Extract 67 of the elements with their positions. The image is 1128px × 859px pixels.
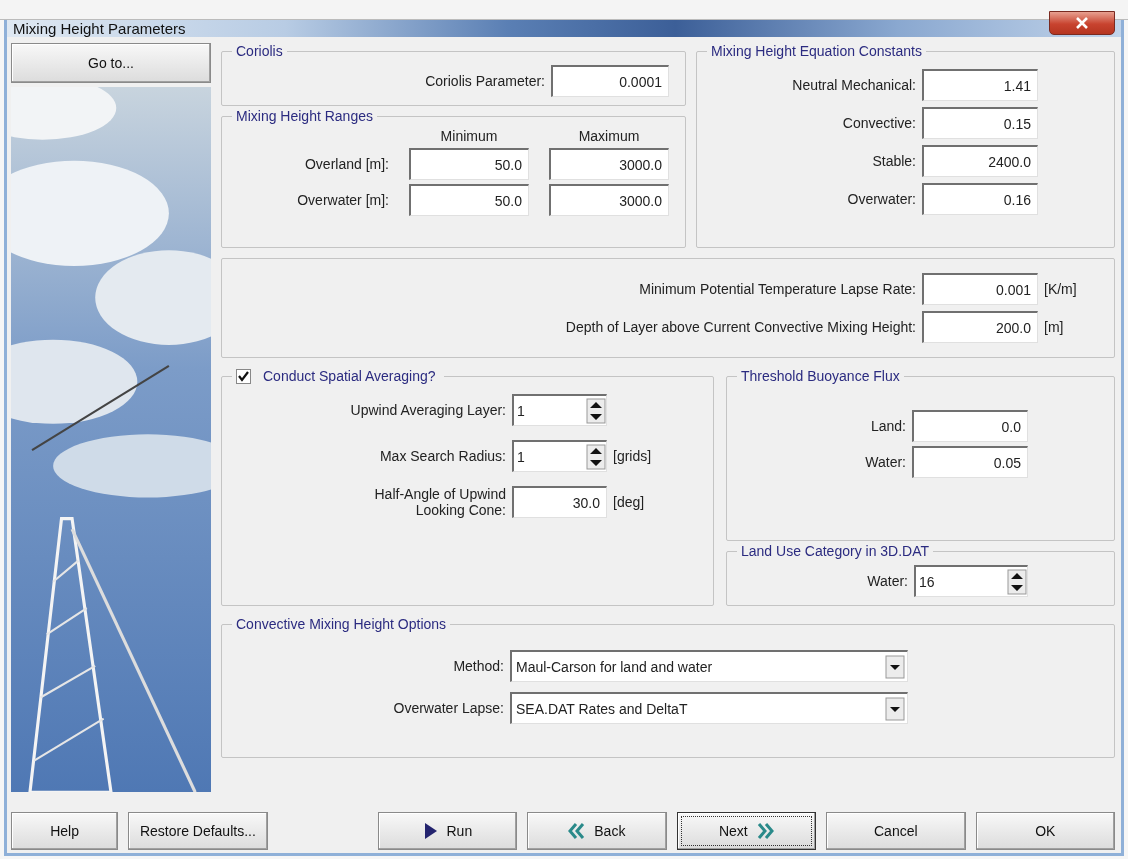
- field-label: Method:: [452, 658, 504, 674]
- close-icon: [1075, 15, 1089, 30]
- text-field[interactable]: 200.0: [922, 311, 1038, 343]
- field-label: Neutral Mechanical:: [791, 77, 916, 93]
- group-title: Land Use Category in 3D.DAT: [740, 543, 931, 559]
- column-header: Minimum: [439, 128, 499, 144]
- text-field[interactable]: 0.0: [912, 410, 1028, 442]
- spin-box[interactable]: 1: [512, 394, 607, 426]
- close-button[interactable]: [1049, 10, 1115, 35]
- text-field[interactable]: 30.0: [512, 486, 607, 518]
- group-title: Mixing Height Equation Constants: [710, 43, 923, 59]
- dropdown[interactable]: SEA.DAT Rates and DeltaT: [510, 692, 908, 724]
- field-label: Half-Angle of Upwind Looking Cone:: [373, 486, 506, 518]
- unit-label: [m]: [1044, 319, 1065, 335]
- spin-arrows-icon: [586, 397, 606, 424]
- checkbox[interactable]: [236, 368, 251, 384]
- dialog-button[interactable]: Restore Defaults...: [128, 812, 268, 851]
- spin-box[interactable]: 16: [914, 565, 1028, 597]
- field-label: Coriolis Parameter:: [424, 73, 545, 89]
- text-field[interactable]: 0.0001: [551, 65, 669, 97]
- group-title: Threshold Buoyance Flux: [740, 368, 901, 384]
- text-field[interactable]: 3000.0: [549, 148, 669, 180]
- group-title: Convective Mixing Height Options: [235, 616, 448, 632]
- text-field[interactable]: 0.15: [922, 107, 1038, 139]
- text-field[interactable]: 1.41: [922, 69, 1038, 101]
- unit-label: [K/m]: [1044, 281, 1078, 297]
- text-field[interactable]: 3000.0: [549, 184, 669, 216]
- spin-box[interactable]: 1: [512, 440, 607, 472]
- dialog-button[interactable]: Next: [676, 812, 817, 851]
- text-field[interactable]: 50.0: [409, 148, 529, 180]
- field-label: Upwind Averaging Layer:: [349, 402, 506, 418]
- field-label: Water:: [866, 573, 908, 589]
- double-chevron-right-icon: [755, 822, 774, 841]
- text-field[interactable]: 0.05: [912, 446, 1028, 478]
- spin-arrows-icon: [586, 443, 606, 470]
- dialog-button[interactable]: Back: [527, 812, 667, 851]
- group-title: Coriolis: [235, 43, 284, 59]
- text-field[interactable]: 50.0: [409, 184, 529, 216]
- spin-arrows-icon: [1007, 568, 1027, 595]
- field-label: Water:: [864, 454, 906, 470]
- dropdown[interactable]: Maul-Carson for land and water: [510, 650, 908, 682]
- column-header: Maximum: [577, 128, 641, 144]
- group-title: Mixing Height Ranges: [235, 108, 374, 124]
- field-label: Minimum Potential Temperature Lapse Rate:: [638, 281, 916, 297]
- field-label: Overland [m]:: [303, 156, 389, 172]
- dialog-button[interactable]: Cancel: [826, 812, 966, 851]
- group-title: Conduct Spatial Averaging?: [262, 368, 437, 384]
- play-icon: [422, 822, 439, 841]
- unit-label: [deg]: [613, 494, 646, 510]
- unit-label: [grids]: [613, 448, 653, 464]
- dialog-button[interactable]: OK: [975, 812, 1116, 851]
- field-label: Overwater:: [846, 191, 916, 207]
- field-label: Depth of Layer above Current Convective Mixing Height:: [564, 319, 916, 335]
- field-label: Overwater Lapse:: [392, 700, 504, 716]
- field-label: Overwater [m]:: [296, 192, 389, 208]
- double-chevron-left-icon: [568, 822, 587, 841]
- text-field[interactable]: 0.001: [922, 273, 1038, 305]
- field-label: Land:: [869, 418, 906, 434]
- text-field[interactable]: 0.16: [922, 183, 1038, 215]
- dialog-button[interactable]: Run: [377, 812, 518, 851]
- field-label: Max Search Radius:: [378, 448, 506, 464]
- field-label: Stable:: [871, 153, 916, 169]
- dialog-button[interactable]: Help: [11, 812, 119, 851]
- window-title: Mixing Height Parameters: [13, 20, 186, 37]
- field-label: Convective:: [841, 115, 916, 131]
- text-field[interactable]: 2400.0: [922, 145, 1038, 177]
- goto-button[interactable]: Go to...: [11, 43, 211, 83]
